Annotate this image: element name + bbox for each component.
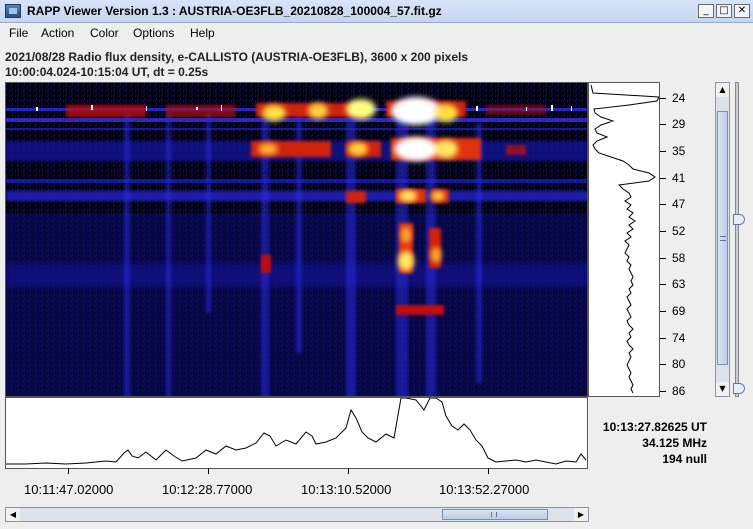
freq-tick-mark bbox=[660, 204, 666, 205]
freq-tick-label: 52 bbox=[672, 224, 686, 238]
vertical-slider-track[interactable] bbox=[735, 82, 739, 397]
freq-tick-label: 86 bbox=[672, 384, 686, 398]
menu-color[interactable]: Color bbox=[90, 26, 119, 40]
slider-knob-lower[interactable] bbox=[733, 383, 745, 394]
cursor-freq-readout: 34.125 MHz bbox=[642, 436, 707, 450]
freq-tick-label: 74 bbox=[672, 331, 686, 345]
freq-tick-mark bbox=[660, 338, 666, 339]
cursor-value-readout: 194 null bbox=[662, 452, 707, 466]
light-curve-plot bbox=[5, 397, 588, 469]
close-button[interactable]: ✕ bbox=[734, 4, 750, 18]
freq-tick-mark bbox=[660, 391, 666, 392]
freq-tick-label: 69 bbox=[672, 304, 686, 318]
app-icon bbox=[5, 4, 21, 18]
freq-tick-mark bbox=[660, 284, 666, 285]
freq-tick-label: 63 bbox=[672, 277, 686, 291]
light-curve-svg bbox=[6, 397, 587, 465]
freq-tick-mark bbox=[660, 258, 666, 259]
scroll-right-button[interactable]: ▶ bbox=[574, 508, 588, 521]
window-title-bar[interactable]: RAPP Viewer Version 1.3 : AUSTRIA-OE3FLB… bbox=[0, 0, 753, 23]
freq-tick-mark bbox=[660, 231, 666, 232]
frequency-profile-svg bbox=[590, 84, 660, 394]
menu-file[interactable]: File bbox=[9, 26, 28, 40]
freq-tick-label: 58 bbox=[672, 251, 686, 265]
menu-options[interactable]: Options bbox=[133, 26, 174, 40]
time-tick-label: 10:13:10.52000 bbox=[301, 482, 392, 497]
menu-bar: File Action Color Options Help bbox=[0, 23, 753, 43]
frequency-profile-plot bbox=[588, 82, 660, 397]
freq-tick-label: 35 bbox=[672, 144, 686, 158]
time-tick-label: 10:12:28.77000 bbox=[162, 482, 253, 497]
freq-tick-label: 41 bbox=[672, 171, 686, 185]
menu-action[interactable]: Action bbox=[41, 26, 74, 40]
spectrogram-image[interactable] bbox=[5, 82, 588, 397]
freq-tick-mark bbox=[660, 311, 666, 312]
freq-tick-label: 47 bbox=[672, 197, 686, 211]
time-tick-mark bbox=[488, 468, 489, 474]
vertical-scroll-thumb[interactable] bbox=[717, 111, 728, 365]
time-range-info: 10:00:04.024-10:15:04 UT, dt = 0.25s bbox=[5, 65, 209, 79]
freq-tick-mark bbox=[660, 151, 666, 152]
slider-knob-upper[interactable] bbox=[733, 214, 745, 225]
vertical-scrollbar[interactable]: ▲ ▼ bbox=[715, 82, 730, 397]
scroll-grip-icon bbox=[491, 512, 497, 517]
freq-tick-label: 29 bbox=[672, 117, 686, 131]
time-tick-label: 10:13:52.27000 bbox=[439, 482, 530, 497]
freq-tick-label: 80 bbox=[672, 357, 686, 371]
frequency-axis: 24 29 35 41 47 52 58 63 69 74 80 86 bbox=[660, 82, 700, 398]
scroll-up-button[interactable]: ▲ bbox=[716, 83, 729, 97]
time-tick-label: 10:11:47.02000 bbox=[24, 482, 114, 497]
horizontal-scrollbar[interactable]: ◀ ▶ bbox=[5, 507, 589, 522]
scroll-left-button[interactable]: ◀ bbox=[6, 508, 20, 521]
time-tick-mark bbox=[68, 468, 69, 474]
freq-tick-label: 24 bbox=[672, 91, 686, 105]
observation-info: 2021/08/28 Radio flux density, e-CALLIST… bbox=[5, 50, 469, 64]
freq-tick-mark bbox=[660, 364, 666, 365]
time-tick-mark bbox=[348, 468, 349, 474]
freq-tick-mark bbox=[660, 124, 666, 125]
freq-tick-mark bbox=[660, 98, 666, 99]
scroll-down-button[interactable]: ▼ bbox=[716, 382, 729, 396]
horizontal-scroll-thumb[interactable] bbox=[442, 509, 548, 520]
minimize-button[interactable]: _ bbox=[698, 4, 714, 18]
scroll-grip-icon bbox=[720, 236, 726, 241]
maximize-button[interactable]: □ bbox=[716, 4, 732, 18]
spectrogram-svg bbox=[6, 83, 587, 396]
menu-help[interactable]: Help bbox=[190, 26, 215, 40]
cursor-time-readout: 10:13:27.82625 UT bbox=[602, 420, 707, 434]
time-tick-mark bbox=[208, 468, 209, 474]
window-title: RAPP Viewer Version 1.3 : AUSTRIA-OE3FLB… bbox=[27, 4, 442, 18]
freq-tick-mark bbox=[660, 178, 666, 179]
